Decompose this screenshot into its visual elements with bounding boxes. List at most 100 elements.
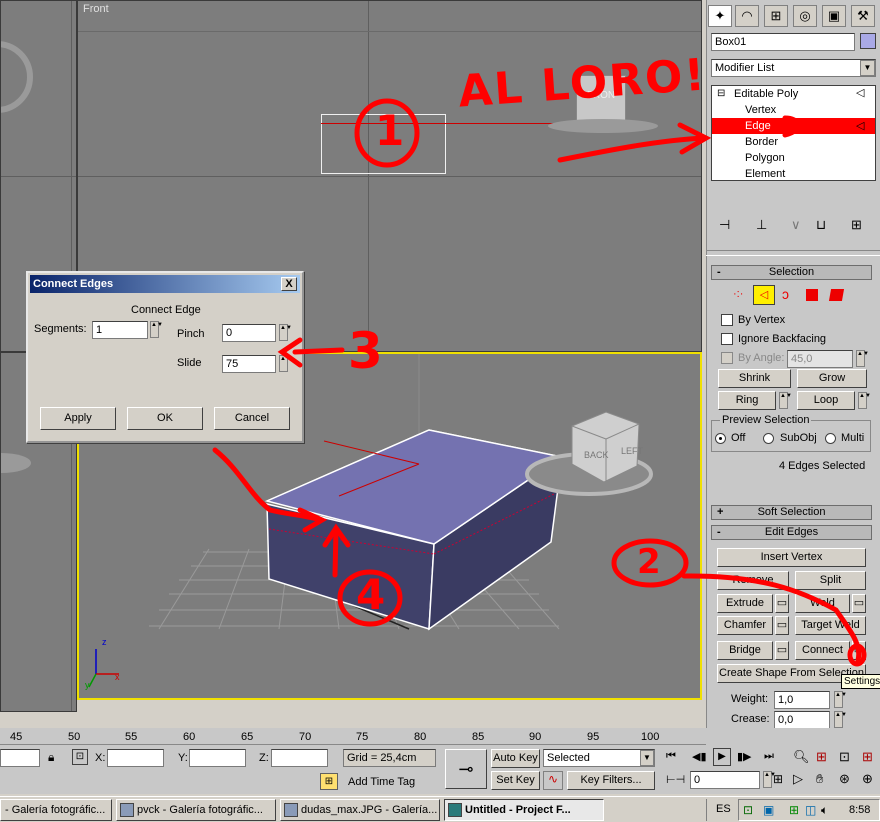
time-config-icon[interactable]: ⊞ bbox=[773, 772, 783, 786]
weight-spinner[interactable]: ▲▼ bbox=[834, 691, 847, 708]
maximize-viewport-icon[interactable]: ⊕ bbox=[862, 771, 873, 787]
pinch-field[interactable]: 0 bbox=[222, 324, 276, 342]
play-icon[interactable]: ▶ bbox=[713, 748, 731, 766]
display-icon[interactable]: ▣ bbox=[822, 5, 846, 27]
loop-spinner[interactable]: ▲▼ bbox=[858, 392, 871, 409]
by-angle-checkbox[interactable] bbox=[721, 352, 733, 364]
configure-sets-icon[interactable]: ⊞ bbox=[851, 217, 862, 233]
preview-subobj-radio[interactable] bbox=[763, 433, 774, 444]
hierarchy-icon[interactable]: ⊞ bbox=[764, 5, 788, 27]
create-icon[interactable]: ✦ bbox=[708, 5, 732, 27]
tray-icon[interactable]: ◫ bbox=[805, 803, 816, 817]
preview-off-radio[interactable] bbox=[715, 433, 726, 444]
loop-button[interactable]: Loop bbox=[797, 391, 855, 410]
pinch-spinner[interactable]: ▲▼ bbox=[279, 324, 292, 341]
stack-item-edge[interactable]: Edge bbox=[745, 120, 771, 132]
x-coord-field[interactable] bbox=[107, 749, 164, 767]
chevron-down-icon[interactable]: ▼ bbox=[860, 60, 875, 76]
key-filters-button[interactable]: Key Filters... bbox=[567, 771, 655, 790]
tray-icon[interactable]: ⊞ bbox=[789, 803, 799, 817]
stack-item-border[interactable]: Border bbox=[745, 136, 778, 148]
auto-key-button[interactable]: Auto Key bbox=[491, 749, 540, 768]
key-mode-select[interactable]: Selected bbox=[543, 749, 655, 767]
time-tag-icon[interactable]: ⊞ bbox=[320, 773, 338, 790]
set-key-button[interactable]: Set Key bbox=[491, 771, 540, 790]
prompt-field[interactable] bbox=[0, 749, 40, 767]
key-icon[interactable]: ⊸ bbox=[445, 749, 487, 789]
key-tangent-icon[interactable]: ∿ bbox=[543, 771, 563, 790]
selection-rollout-header[interactable]: - Selection bbox=[711, 265, 872, 280]
modifier-list-dropdown[interactable]: Modifier List bbox=[711, 59, 876, 77]
key-mode-icon[interactable]: ⊢⊣ bbox=[666, 773, 685, 786]
apply-button[interactable]: Apply bbox=[40, 407, 116, 430]
grow-button[interactable]: Grow bbox=[797, 369, 867, 388]
cancel-button[interactable]: Cancel bbox=[214, 407, 290, 430]
stack-item-vertex[interactable]: Vertex bbox=[745, 104, 776, 116]
slide-spinner[interactable]: ▲▼ bbox=[279, 355, 292, 372]
frame-spinner[interactable]: ▲▼ bbox=[763, 771, 776, 788]
language-indicator[interactable]: ES bbox=[716, 803, 731, 815]
extrude-settings-button[interactable]: ▭ bbox=[775, 594, 789, 613]
border-mode-icon[interactable]: ↄ bbox=[782, 286, 789, 302]
ring-button[interactable]: Ring bbox=[718, 391, 776, 410]
cube-face-left[interactable]: LEFT bbox=[621, 446, 643, 456]
soft-selection-rollout-header[interactable]: + Soft Selection bbox=[711, 505, 872, 520]
stack-item-element[interactable]: Element bbox=[745, 168, 785, 180]
expand-icon[interactable]: ⊟ bbox=[717, 88, 725, 99]
modify-icon[interactable]: ◠ bbox=[735, 5, 759, 27]
zoom-all-icon[interactable]: ⊞ bbox=[816, 749, 827, 765]
target-weld-button[interactable]: Target Weld bbox=[795, 616, 866, 635]
pin-stack-icon[interactable]: ⊣ bbox=[719, 217, 730, 233]
next-frame-icon[interactable]: ▮▶ bbox=[737, 750, 752, 763]
y-coord-field[interactable] bbox=[189, 749, 246, 767]
vertex-mode-icon[interactable]: ·:· bbox=[733, 288, 743, 300]
crease-spinner[interactable]: ▲▼ bbox=[834, 711, 847, 728]
utilities-icon[interactable]: ⚒ bbox=[851, 5, 875, 27]
insert-vertex-button[interactable]: Insert Vertex bbox=[717, 548, 866, 567]
stack-item-edge-row[interactable] bbox=[712, 118, 875, 134]
volume-icon[interactable]: 🔈︎ bbox=[821, 803, 828, 818]
bridge-button[interactable]: Bridge bbox=[717, 641, 773, 660]
chamfer-settings-button[interactable]: ▭ bbox=[775, 616, 789, 635]
preview-multi-radio[interactable] bbox=[825, 433, 836, 444]
weight-field[interactable]: 1,0 bbox=[774, 691, 830, 709]
task-button[interactable]: - Galería fotográfic... bbox=[0, 799, 112, 821]
make-unique-icon[interactable]: ∨ bbox=[791, 217, 801, 233]
stack-item-polygon[interactable]: Polygon bbox=[745, 152, 785, 164]
extrude-button[interactable]: Extrude bbox=[717, 594, 773, 613]
lock-icon[interactable]: 🔒︎ bbox=[48, 750, 54, 765]
bridge-settings-button[interactable]: ▭ bbox=[775, 641, 789, 660]
weld-settings-button[interactable]: ▭ bbox=[852, 594, 866, 613]
dialog-titlebar[interactable]: Connect Edges X bbox=[30, 275, 300, 293]
segments-field[interactable]: 1 bbox=[92, 321, 148, 339]
task-button-active[interactable]: Untitled - Project F... bbox=[444, 799, 604, 821]
absolute-mode-icon[interactable]: ⊡ bbox=[72, 749, 88, 765]
chevron-down-icon[interactable]: ▼ bbox=[640, 750, 654, 766]
current-frame-field[interactable]: 0 bbox=[690, 771, 760, 789]
close-icon[interactable]: X bbox=[281, 277, 297, 291]
stack-root[interactable]: Editable Poly bbox=[734, 88, 798, 100]
connect-settings-button[interactable]: ▭ bbox=[852, 641, 866, 660]
orbit-icon[interactable]: ⊛ bbox=[839, 771, 850, 787]
pan-icon[interactable]: ✋︎ bbox=[816, 771, 823, 787]
polygon-mode-icon[interactable] bbox=[806, 289, 818, 301]
object-color-swatch[interactable] bbox=[860, 33, 876, 49]
show-end-result-icon[interactable]: ⊥ bbox=[756, 217, 767, 233]
prev-frame-icon[interactable]: ◀▮ bbox=[692, 750, 707, 763]
crease-field[interactable]: 0,0 bbox=[774, 711, 830, 729]
time-ruler[interactable]: 45 50 55 60 65 70 75 80 85 90 95 100 bbox=[0, 728, 706, 745]
tray-icon[interactable]: ▣ bbox=[763, 803, 774, 817]
tray-icon[interactable]: ⊡ bbox=[743, 803, 753, 817]
task-button[interactable]: dudas_max.JPG - Galería... bbox=[280, 799, 440, 821]
ring-spinner[interactable]: ▲▼ bbox=[779, 392, 792, 409]
shrink-button[interactable]: Shrink bbox=[718, 369, 791, 388]
slide-field[interactable]: 75 bbox=[222, 355, 276, 373]
task-button[interactable]: pvck - Galería fotográfic... bbox=[116, 799, 276, 821]
object-name-field[interactable]: Box01 bbox=[711, 33, 855, 51]
z-coord-field[interactable] bbox=[271, 749, 328, 767]
ignore-backfacing-checkbox[interactable] bbox=[721, 333, 733, 345]
chamfer-button[interactable]: Chamfer bbox=[717, 616, 773, 635]
by-vertex-checkbox[interactable] bbox=[721, 314, 733, 326]
ok-button[interactable]: OK bbox=[127, 407, 203, 430]
by-angle-field[interactable]: 45,0 bbox=[787, 350, 853, 368]
